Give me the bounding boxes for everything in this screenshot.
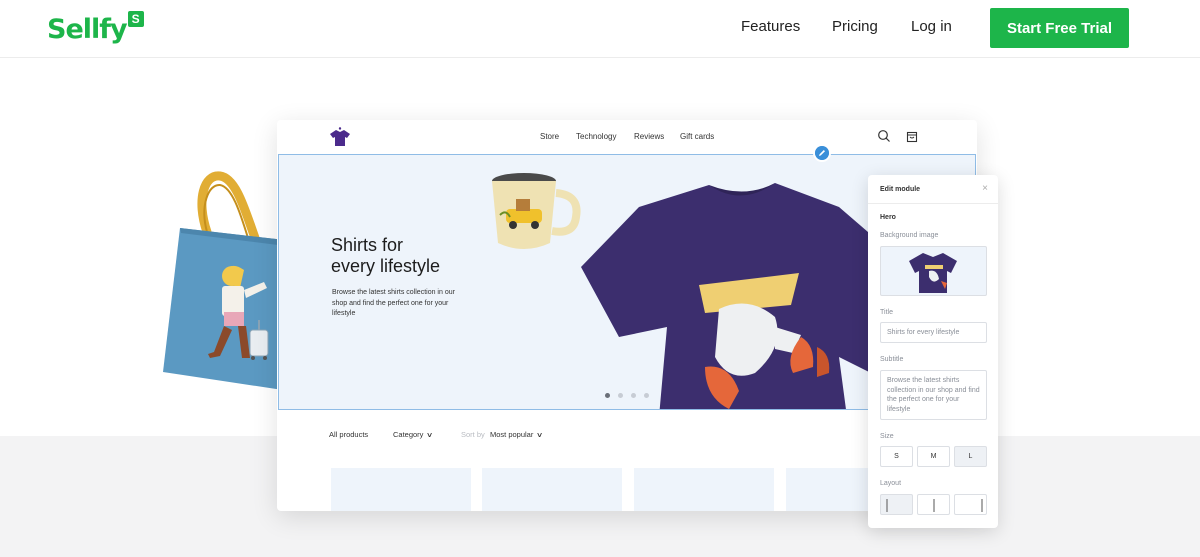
chevron-down-icon: ∨	[536, 432, 544, 439]
layout-center-option[interactable]	[917, 494, 950, 515]
close-icon[interactable]: ×	[982, 183, 988, 194]
carousel-dots[interactable]	[605, 393, 649, 398]
logo-wordmark: Sellfy	[47, 14, 128, 45]
category-label: Category	[393, 430, 424, 439]
layout-center-icon	[933, 499, 935, 512]
tshirt-illustration	[581, 183, 897, 409]
size-s-button[interactable]: S	[880, 446, 913, 467]
size-l-button[interactable]: L	[954, 446, 987, 467]
subtitle-field-label: Subtitle	[880, 356, 904, 363]
sort-by-label: Sort by	[461, 430, 485, 439]
chevron-down-icon: ∨	[426, 432, 434, 439]
nav-pricing-link[interactable]: Pricing	[832, 17, 878, 37]
store-link-store[interactable]: Store	[540, 132, 559, 141]
sort-dropdown[interactable]: Most popular ∨	[490, 430, 544, 439]
store-link-gift-cards[interactable]: Gift cards	[680, 132, 714, 141]
thumbnail-tshirt-image	[909, 253, 957, 293]
sellfy-logo[interactable]: Sellfy S	[47, 10, 144, 50]
tshirt-logo-icon	[330, 127, 350, 146]
carousel-dot[interactable]	[618, 393, 623, 398]
store-link-technology[interactable]: Technology	[576, 132, 616, 141]
logo-badge: S	[127, 11, 144, 27]
layout-left-option[interactable]	[880, 494, 913, 515]
layout-right-option[interactable]	[954, 494, 987, 515]
edit-pencil-icon[interactable]	[815, 146, 829, 160]
edit-module-panel: Edit module × Hero Background image Titl…	[868, 175, 998, 528]
product-tile[interactable]	[482, 468, 622, 511]
product-tile[interactable]	[331, 468, 471, 511]
layout-right-icon	[981, 499, 983, 512]
hero-subtitle: Browse the latest shirts collection in o…	[332, 289, 455, 317]
search-icon[interactable]	[877, 129, 891, 143]
size-label: Size	[880, 433, 894, 440]
cart-icon[interactable]	[905, 129, 919, 143]
panel-title: Edit module	[880, 186, 921, 193]
hero-title: Shirts for every lifestyle	[331, 235, 441, 276]
store-navbar: Store Technology Reviews Gift cards	[277, 120, 977, 154]
background-image-thumbnail[interactable]	[880, 246, 987, 296]
nav-features-link[interactable]: Features	[741, 17, 800, 37]
panel-header: Edit module ×	[868, 175, 998, 204]
nav-login-link[interactable]: Log in	[911, 17, 952, 37]
title-field-label: Title	[880, 309, 893, 316]
store-link-reviews[interactable]: Reviews	[634, 132, 664, 141]
product-tile[interactable]	[634, 468, 774, 511]
mug-illustration	[492, 173, 581, 249]
category-dropdown[interactable]: Category ∨	[393, 430, 434, 439]
start-free-trial-button[interactable]: Start Free Trial	[990, 8, 1129, 48]
size-m-button[interactable]: M	[917, 446, 950, 467]
carousel-dot[interactable]	[644, 393, 649, 398]
title-input[interactable]: Shirts for every lifestyle	[880, 322, 987, 343]
background-image-label: Background image	[880, 232, 939, 239]
top-navigation: Sellfy S Features Pricing Log in Start F…	[0, 0, 1200, 58]
carousel-dot[interactable]	[605, 393, 610, 398]
subtitle-textarea[interactable]: Browse the latest shirts collection in o…	[880, 370, 987, 420]
sort-value: Most popular	[490, 430, 534, 439]
carousel-dot[interactable]	[631, 393, 636, 398]
all-products-filter[interactable]: All products	[329, 430, 368, 439]
layout-label: Layout	[880, 480, 902, 487]
layout-left-icon	[886, 499, 888, 512]
section-heading: Hero	[880, 214, 896, 221]
